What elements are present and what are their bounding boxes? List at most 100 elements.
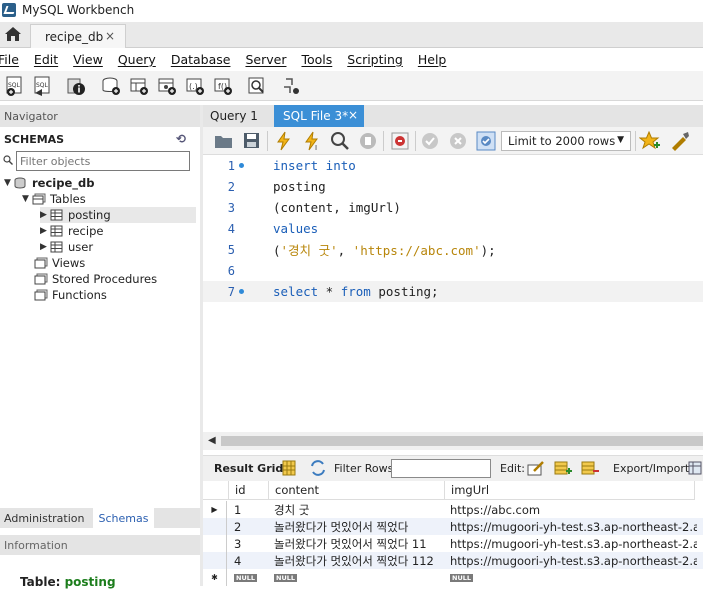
menu-file[interactable]: File (0, 52, 19, 67)
horizontal-scrollbar[interactable]: ◀ (203, 432, 703, 450)
beautify-icon[interactable] (669, 130, 691, 152)
cell-id[interactable]: 2 (229, 518, 269, 535)
cell-content[interactable]: 놀러왔다가 멋있어서 찍었다 112 (269, 552, 445, 569)
cell-content[interactable]: 경치 굿 (269, 501, 445, 518)
grid-layout-icon[interactable] (281, 459, 297, 477)
menu-database[interactable]: Database (171, 52, 231, 67)
table-row[interactable]: 4 놀러왔다가 멋있어서 찍었다 112 https://mugoori-yh-… (203, 552, 703, 569)
table-label: user (68, 240, 94, 254)
cell-id[interactable]: NULL (229, 569, 269, 586)
tab-administration[interactable]: Administration (0, 512, 89, 525)
cell-imgurl[interactable]: https://mugoori-yh-test.s3.ap-northeast-… (445, 518, 697, 535)
create-function-icon[interactable]: f() (212, 75, 234, 97)
sql-editor[interactable]: 1 insert into 2 posting 3 (content, imgU… (203, 155, 703, 432)
limit-rows-select[interactable]: Limit to 2000 rows ▼ (501, 131, 631, 151)
tab-schemas[interactable]: Schemas (92, 508, 155, 528)
null-badge: NULL (274, 573, 298, 582)
column-header-content[interactable]: content (269, 481, 445, 500)
table-node-user[interactable]: ▶ user (40, 239, 93, 255)
table-row[interactable]: 3 놀러왔다가 멋있어서 찍었다 11 https://mugoori-yh-t… (203, 535, 703, 552)
column-header-imgurl[interactable]: imgUrl (445, 481, 695, 500)
delete-row-icon[interactable] (580, 459, 600, 477)
cell-imgurl[interactable]: NULL (445, 569, 697, 586)
table-node-posting[interactable]: ▶ posting (40, 207, 196, 223)
menu-view[interactable]: View (73, 52, 103, 67)
create-table-icon[interactable] (128, 75, 150, 97)
collapse-arrow-icon[interactable]: ▶ (40, 226, 50, 236)
new-row-asterisk-icon: ✱ (203, 569, 227, 586)
code-text: insert into (273, 158, 356, 173)
rollback-icon[interactable] (447, 130, 469, 152)
expand-arrow-icon[interactable]: ▼ (22, 194, 32, 204)
create-view-icon[interactable] (156, 75, 178, 97)
cell-content[interactable]: NULL (269, 569, 445, 586)
collapse-arrow-icon[interactable]: ▶ (40, 242, 50, 252)
line-number: 4 (227, 221, 235, 236)
close-icon[interactable]: × (348, 108, 358, 122)
cell-content[interactable]: 놀러왔다가 멋있어서 찍었다 11 (269, 535, 445, 552)
add-row-icon[interactable] (553, 459, 573, 477)
svg-text:SQL: SQL (8, 82, 21, 89)
cell-id[interactable]: 4 (229, 552, 269, 569)
close-icon[interactable]: × (105, 29, 115, 43)
cell-imgurl[interactable]: https://mugoori-yh-test.s3.ap-northeast-… (445, 552, 697, 569)
refresh-icon[interactable]: ⟲ (176, 132, 186, 146)
add-snippet-icon[interactable] (639, 130, 661, 152)
reconnect-icon[interactable] (280, 75, 302, 97)
toggle-error-icon[interactable] (389, 130, 411, 152)
create-procedure-icon[interactable]: (.) (184, 75, 206, 97)
tab-query-1[interactable]: Query 1 (210, 105, 258, 127)
cell-id[interactable]: 3 (229, 535, 269, 552)
info-icon[interactable] (66, 75, 88, 97)
scrollbar-thumb[interactable] (221, 436, 703, 446)
collapse-arrow-icon[interactable]: ▶ (40, 210, 50, 220)
line-number: 3 (227, 200, 235, 215)
functions-node[interactable]: Functions (34, 287, 107, 303)
table-row[interactable]: ▶ 1 경치 굿 https://abc.com (203, 501, 703, 518)
explain-icon[interactable] (329, 130, 351, 152)
cell-imgurl[interactable]: https://abc.com (445, 501, 697, 518)
refresh-results-icon[interactable] (309, 459, 327, 477)
table-row[interactable]: 2 놀러왔다가 멋있어서 찍었다 https://mugoori-yh-test… (203, 518, 703, 535)
execute-current-icon[interactable]: I (301, 130, 323, 152)
schema-node-recipe-db[interactable]: ▼ recipe_db (4, 175, 94, 191)
cell-imgurl[interactable]: https://mugoori-yh-test.s3.ap-northeast-… (445, 535, 697, 552)
views-node[interactable]: Views (34, 255, 85, 271)
expand-arrow-icon[interactable]: ▼ (4, 178, 14, 188)
menu-help[interactable]: Help (418, 52, 447, 67)
tab-sql-file-3[interactable]: SQL File 3* × (274, 105, 364, 127)
stop-icon[interactable] (357, 130, 379, 152)
edit-row-icon[interactable] (526, 459, 546, 477)
table-node-recipe[interactable]: ▶ recipe (40, 223, 103, 239)
filter-rows-input[interactable] (391, 459, 491, 478)
autocommit-icon[interactable] (475, 130, 497, 152)
tables-node[interactable]: ▼ Tables (22, 191, 86, 207)
filter-objects-input[interactable] (16, 151, 190, 171)
open-sql-file-icon[interactable]: SQL (32, 75, 54, 97)
create-schema-icon[interactable] (100, 75, 122, 97)
cell-id[interactable]: 1 (229, 501, 269, 518)
execute-icon[interactable] (273, 130, 295, 152)
scroll-left-icon[interactable]: ◀ (208, 435, 216, 446)
result-grid-label[interactable]: Result Grid (214, 462, 283, 475)
column-header-id[interactable]: id (229, 481, 269, 500)
table-row-new[interactable]: ✱ NULL NULL NULL (203, 569, 703, 586)
cell-content[interactable]: 놀러왔다가 멋있어서 찍었다 (269, 518, 445, 535)
commit-icon[interactable] (419, 130, 441, 152)
menu-edit[interactable]: Edit (34, 52, 58, 67)
procedures-node[interactable]: Stored Procedures (34, 271, 157, 287)
open-folder-icon[interactable] (213, 130, 235, 152)
save-icon[interactable] (241, 130, 263, 152)
menu-scripting[interactable]: Scripting (347, 52, 403, 67)
menu-tools[interactable]: Tools (301, 52, 332, 67)
code-text: select * from posting; (273, 284, 439, 299)
export-icon[interactable] (687, 459, 703, 477)
connection-tab[interactable]: recipe_db × (30, 24, 126, 48)
search-table-data-icon[interactable] (246, 75, 268, 97)
code-text: ('경치 굿', 'https://abc.com'); (273, 240, 496, 259)
new-sql-tab-icon[interactable]: SQL (4, 75, 26, 97)
info-table-prefix: Table: (20, 575, 61, 589)
menu-query[interactable]: Query (118, 52, 156, 67)
menu-server[interactable]: Server (245, 52, 286, 67)
home-icon[interactable] (4, 26, 22, 42)
